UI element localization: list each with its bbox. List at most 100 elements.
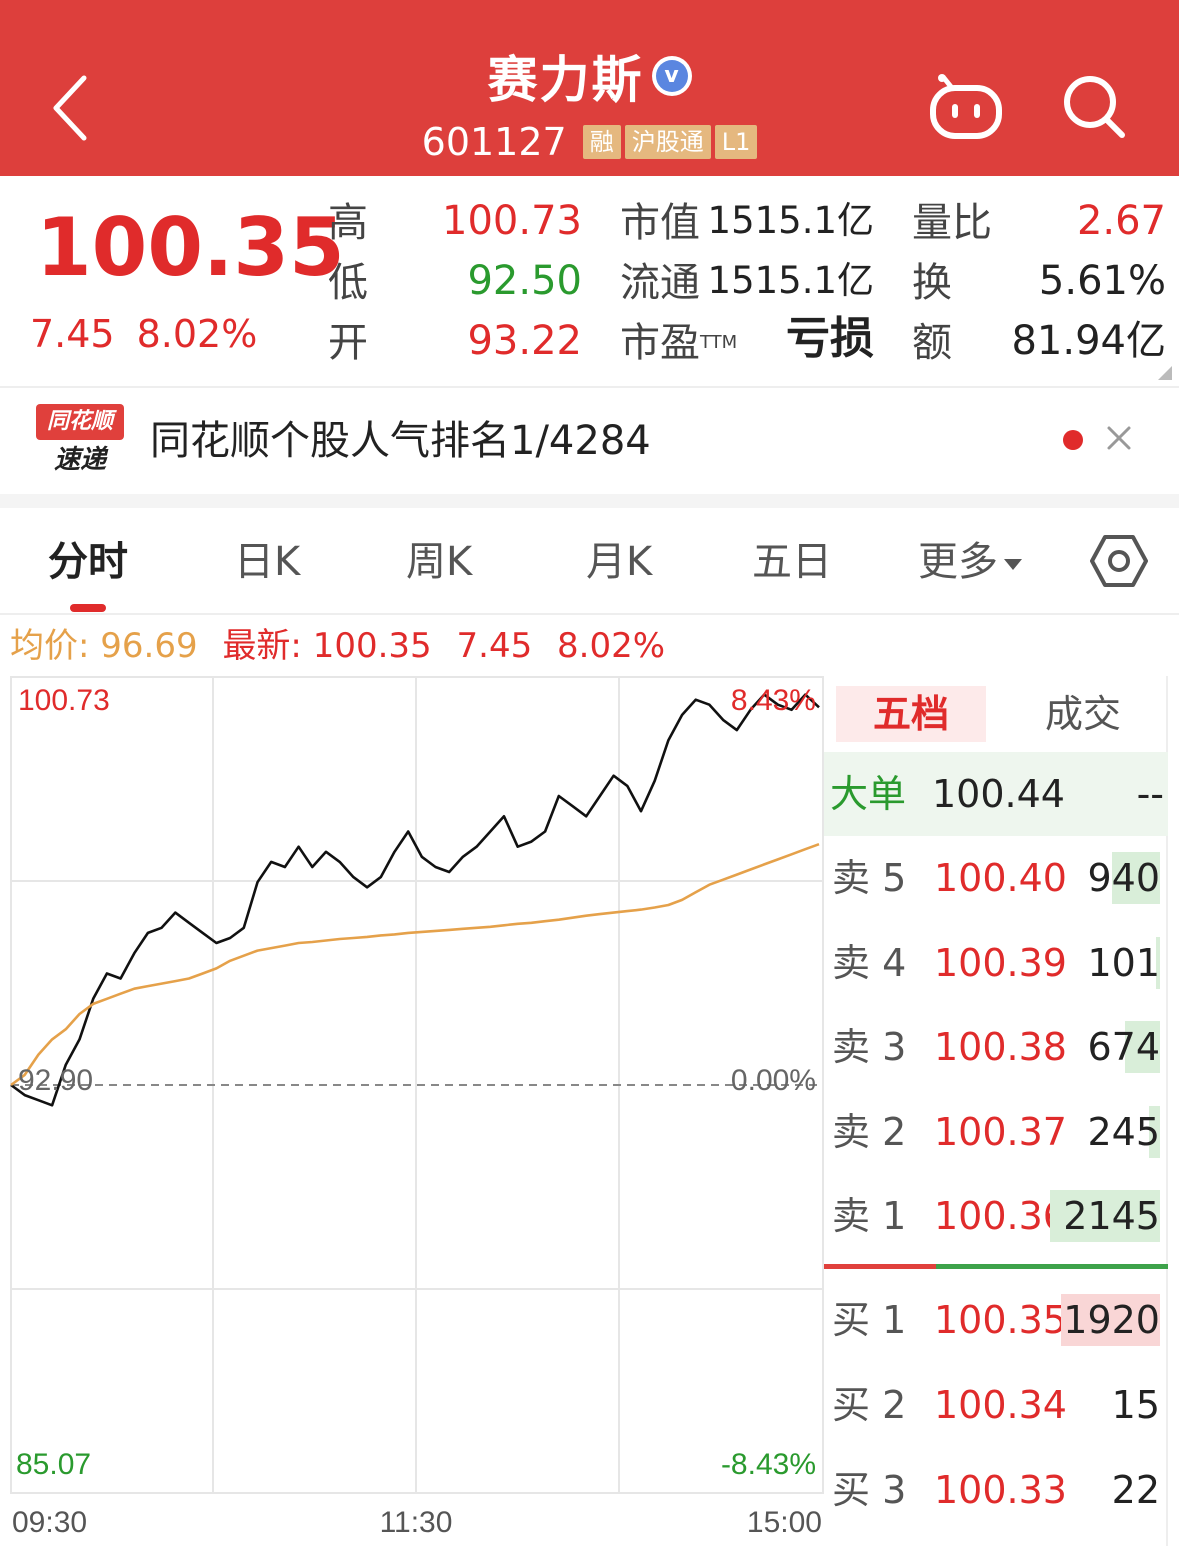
- amount-value: 81.94亿: [1011, 318, 1166, 364]
- buy-level-row[interactable]: 买 1 100.35 1920: [826, 1278, 1164, 1362]
- y-max-label: 100.73: [18, 684, 110, 717]
- y-min-label: 85.07: [16, 1448, 91, 1481]
- sell-level-label: 卖 1: [832, 1194, 907, 1239]
- big-order-vol: --: [1136, 772, 1164, 816]
- x-label-close: 15:00: [747, 1506, 822, 1539]
- expand-corner-icon[interactable]: [1158, 366, 1172, 380]
- buy-level-row[interactable]: 买 3 100.33 22: [826, 1448, 1164, 1532]
- tag-margin: 融: [582, 125, 621, 159]
- close-icon[interactable]: [1103, 422, 1135, 454]
- sell-level-volume: 245: [1087, 1109, 1160, 1154]
- tab-daily-k[interactable]: 日K: [234, 536, 300, 588]
- sell-level-price: 100.37: [934, 1109, 1067, 1154]
- buy-level-volume: 22: [1111, 1468, 1160, 1512]
- intraday-info-line: 均价: 96.69 最新: 100.35 7.45 8.02%: [10, 624, 665, 668]
- orderbook-tab-five-levels[interactable]: 五档: [836, 686, 986, 742]
- tab-more[interactable]: 更多: [918, 536, 1022, 588]
- buy-level-volume: 1920: [1063, 1298, 1160, 1342]
- intraday-chart[interactable]: 100.73 92.90 85.07 8.43% 0.00% -8.43% 09…: [0, 670, 830, 1546]
- robot-assistant-icon[interactable]: [928, 72, 1004, 142]
- buy-level-row[interactable]: 买 2 100.34 15: [826, 1363, 1164, 1447]
- buy-level-label: 买 1: [832, 1298, 907, 1342]
- tab-intraday[interactable]: 分时: [48, 536, 128, 588]
- avg-value: 96.69: [100, 626, 198, 666]
- avg-label: 均价:: [10, 626, 90, 666]
- latest-change: 7.45: [456, 626, 533, 666]
- orderbook-tab-trades[interactable]: 成交: [1000, 686, 1166, 742]
- sell-level-price: 100.36: [934, 1194, 1067, 1239]
- sell-level-label: 卖 3: [832, 1025, 907, 1070]
- mktcap-label: 市值: [620, 200, 700, 246]
- low-value: 92.50: [467, 258, 582, 304]
- pct-mid-label: 0.00%: [731, 1064, 816, 1097]
- float-label: 流通: [620, 260, 700, 306]
- sell-level-volume: 674: [1087, 1025, 1160, 1070]
- stock-code: 601127: [421, 120, 567, 164]
- mktcap-value: 1515.1亿: [707, 199, 874, 242]
- orderbook-ratio-buy: [824, 1264, 936, 1269]
- x-label-midday: 11:30: [380, 1506, 453, 1539]
- big-order-row: 大单 100.44 --: [824, 752, 1168, 836]
- tag-level1: L1: [714, 125, 758, 159]
- sell-level-label: 卖 4: [832, 940, 907, 985]
- pe-label: 市盈TTM: [620, 320, 738, 366]
- sell-level-price: 100.40: [934, 856, 1067, 900]
- big-order-label: 大单: [830, 772, 907, 816]
- pct-max-label: 8.43%: [731, 684, 816, 717]
- section-gap: [0, 494, 1179, 508]
- pe-ttm-label: TTM: [700, 332, 738, 353]
- amount-label: 额: [912, 320, 952, 366]
- stock-name: 赛力斯: [487, 51, 644, 109]
- sell-level-row[interactable]: 卖 4 100.39 101: [826, 921, 1164, 1005]
- buy-level-price: 100.35: [934, 1298, 1067, 1342]
- pe-value: 亏损: [786, 313, 874, 364]
- sell-level-volume: 2145: [1063, 1194, 1160, 1239]
- pct-min-label: -8.43%: [721, 1448, 816, 1481]
- tonghuashun-express-logo: 同花顺 速递: [36, 404, 124, 478]
- sell-level-label: 卖 2: [832, 1109, 907, 1154]
- x-label-open: 09:30: [12, 1506, 87, 1539]
- orderbook-ratio-sell: [936, 1264, 1168, 1269]
- change-amount: 7.45: [30, 312, 115, 356]
- change-percent: 8.02%: [136, 312, 258, 356]
- low-label: 低: [328, 260, 368, 306]
- turnover-label: 换: [912, 260, 952, 306]
- tab-weekly-k[interactable]: 周K: [406, 536, 472, 588]
- sell-level-row[interactable]: 卖 2 100.37 245: [826, 1090, 1164, 1174]
- sell-level-price: 100.39: [934, 940, 1067, 985]
- tab-five-day[interactable]: 五日: [752, 536, 832, 588]
- open-value: 93.22: [467, 318, 582, 364]
- volratio-label: 量比: [912, 200, 992, 246]
- tab-monthly-k[interactable]: 月K: [586, 536, 652, 588]
- buy-level-label: 买 3: [832, 1468, 907, 1512]
- sell-level-row[interactable]: 卖 1 100.36 2145: [826, 1174, 1164, 1258]
- settings-hexagon-icon[interactable]: [1090, 534, 1148, 588]
- y-mid-label: 92.90: [18, 1064, 93, 1097]
- latest-value: 100.35: [312, 626, 432, 666]
- sell-level-row[interactable]: 卖 3 100.38 674: [826, 1005, 1164, 1089]
- big-order-price: 100.44: [932, 772, 1065, 816]
- buy-level-label: 买 2: [832, 1383, 907, 1427]
- latest-label: 最新:: [222, 626, 302, 666]
- volratio-value: 2.67: [1076, 198, 1166, 244]
- turnover-value: 5.61%: [1038, 258, 1166, 304]
- buy-level-volume: 15: [1111, 1383, 1160, 1427]
- open-label: 开: [328, 320, 368, 366]
- sell-level-volume: 101: [1087, 940, 1160, 985]
- current-price: 100.35: [36, 201, 345, 294]
- dropdown-triangle-icon: [1004, 558, 1022, 570]
- latest-change-pct: 8.02%: [557, 626, 666, 666]
- popularity-rank-text[interactable]: 同花顺个股人气排名1/4284: [150, 416, 651, 466]
- tag-hk-connect: 沪股通: [624, 125, 711, 159]
- high-value: 100.73: [442, 198, 582, 244]
- sell-level-price: 100.38: [934, 1025, 1067, 1070]
- high-label: 高: [328, 200, 368, 246]
- active-tab-indicator: [70, 604, 106, 612]
- buy-level-price: 100.34: [934, 1383, 1067, 1427]
- buy-level-price: 100.33: [934, 1468, 1067, 1512]
- search-icon[interactable]: [1062, 74, 1126, 140]
- verified-badge-icon: v: [651, 56, 692, 96]
- sell-level-label: 卖 5: [832, 856, 907, 900]
- sell-level-row[interactable]: 卖 5 100.40 940: [826, 836, 1164, 920]
- divider: [0, 613, 1179, 615]
